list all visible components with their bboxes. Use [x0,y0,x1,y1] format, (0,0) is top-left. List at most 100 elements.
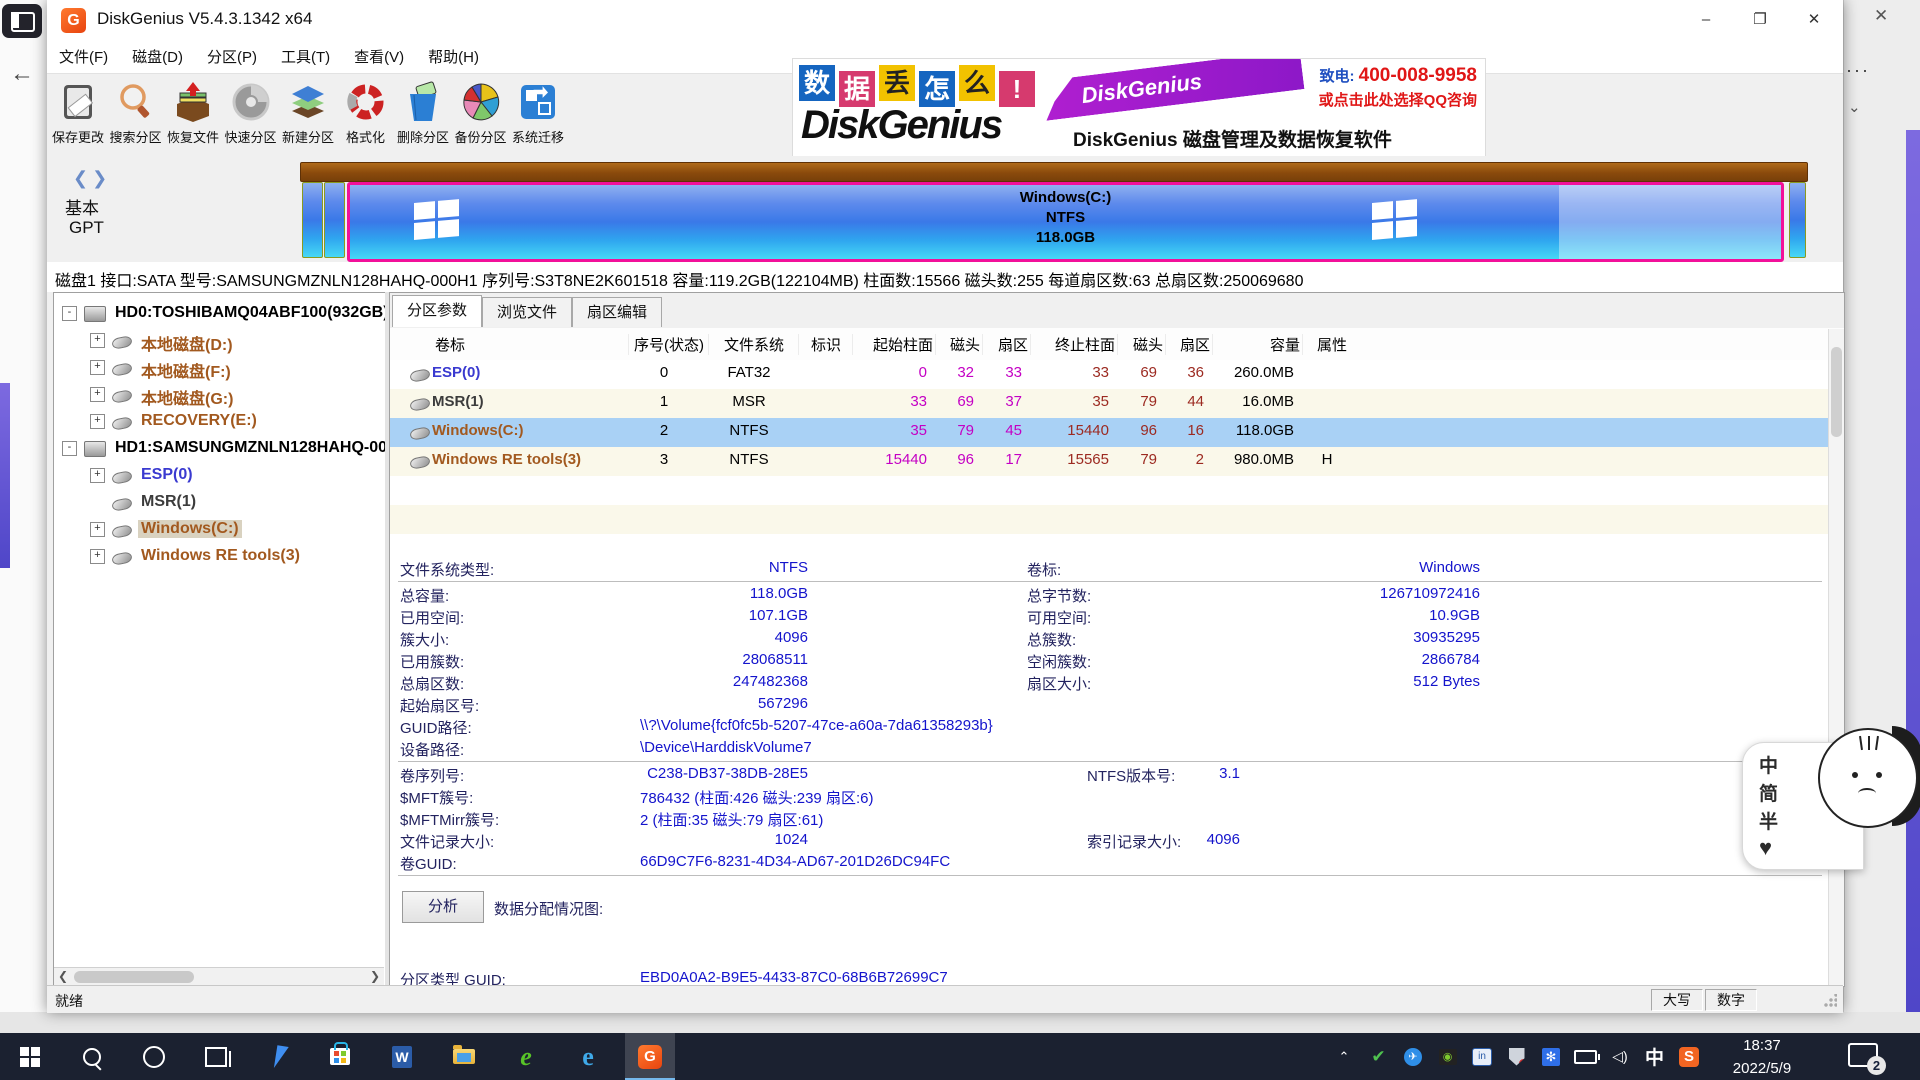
heart-icon[interactable]: ♥ [1759,835,1772,861]
taskbar-app-ie[interactable]: e [501,1033,551,1080]
ad-banner[interactable]: 数据丢怎么! DiskGenius DiskGenius 致电: 400-008… [792,58,1486,157]
scroll-right-icon[interactable]: ❯ [370,969,380,983]
partition-bar-windows-c[interactable]: Windows(C:) NTFS 118.0GB [347,182,1784,262]
tray-battery-icon[interactable] [1570,1033,1602,1080]
column-header[interactable]: 容量 [1212,334,1300,355]
column-header[interactable]: 扇区 [1165,334,1210,355]
tray-volume-icon[interactable]: ◁) [1604,1033,1636,1080]
menu-item[interactable]: 查看(V) [342,40,416,73]
ime-mode-halfwidth[interactable]: 半 [1759,807,1778,834]
expand-icon[interactable]: + [90,414,105,429]
background-app-icon[interactable] [2,4,42,38]
tree-item--d-[interactable]: +本地磁盘(D:) [54,330,384,354]
table-row-windows-re-tools-3-[interactable]: Windows RE tools(3)3NTFS1544096171556579… [390,447,1830,476]
taskbar-app-task-view[interactable] [191,1033,241,1080]
toolbar-button-2[interactable]: 搜索分区 [107,78,165,152]
toolbar-button-8[interactable]: 备份分区 [452,78,510,152]
close-button[interactable]: ✕ [1791,0,1837,40]
menu-item[interactable]: 文件(F) [47,40,120,73]
taskbar-app-search[interactable] [67,1033,117,1080]
toolbar-button-4[interactable]: 快速分区 [222,78,280,152]
expand-icon[interactable]: + [90,522,105,537]
taskbar-clock[interactable]: 18:37 2022/5/9 [1712,1033,1812,1080]
taskbar-app-word[interactable]: W [377,1033,427,1080]
scrollbar-thumb[interactable] [1831,347,1842,437]
taskbar-app-diskgenius[interactable]: G [625,1033,675,1080]
taskbar-app-start[interactable] [5,1033,55,1080]
taskbar-app-edge[interactable]: e [563,1033,613,1080]
expand-icon[interactable]: + [90,549,105,564]
partition-bar-msr[interactable] [324,182,345,258]
table-row-windows-c-[interactable]: Windows(C:)2NTFS357945154409616118.0GB [390,418,1830,447]
tray-ime-zh-icon[interactable]: 中 [1639,1033,1671,1080]
toolbar-button-9[interactable]: 系统迁移 [509,78,567,152]
column-header[interactable]: 属性 [1302,334,1358,355]
tray-nvidia-icon[interactable]: ◉ [1432,1033,1464,1080]
back-arrow-icon[interactable]: ← [10,60,34,88]
toolbar-button-1[interactable]: 保存更改 [49,78,107,152]
panel-vertical-scrollbar[interactable] [1828,329,1844,985]
doodle-face-icon[interactable] [1818,728,1918,828]
collapse-icon[interactable]: - [62,441,77,456]
tree-item-recovery-e-[interactable]: +RECOVERY(E:) [54,411,384,435]
banner-qq-link[interactable]: 或点击此处选择QQ咨询 [1319,89,1477,110]
column-header[interactable]: 磁头 [935,334,980,355]
tray-intel-icon[interactable]: in [1466,1033,1498,1080]
toolbar-button-5[interactable]: 新建分区 [279,78,337,152]
tree-item-windows-re-tools-3-[interactable]: +Windows RE tools(3) [54,546,384,570]
minimize-button[interactable]: – [1683,0,1729,40]
tray-bird-app-icon[interactable]: ✈ [1397,1033,1429,1080]
column-header[interactable]: 磁头 [1117,334,1163,355]
menu-item[interactable]: 工具(T) [269,40,342,73]
taskbar-app-store[interactable] [315,1033,365,1080]
expand-icon[interactable]: + [90,468,105,483]
tree-item--g-[interactable]: +本地磁盘(G:) [54,384,384,408]
menu-item[interactable]: 分区(P) [195,40,269,73]
tree-item-msr-1-[interactable]: MSR(1) [54,492,384,516]
tray-security-check-icon[interactable]: ✔ [1363,1033,1395,1080]
table-row-esp-0-[interactable]: ESP(0)0FAT3203233336936260.0MB [390,360,1830,389]
more-options-icon[interactable]: ··· [1846,60,1870,81]
tab-1[interactable]: 分区参数 [392,295,482,327]
tab-2[interactable]: 浏览文件 [482,297,572,327]
resize-grip[interactable] [1823,994,1837,1008]
table-row-msr-1-[interactable]: MSR(1)1MSR33693735794416.0MB [390,389,1830,418]
menu-item[interactable]: 帮助(H) [416,40,491,73]
tray-sogou-icon[interactable]: S [1673,1033,1705,1080]
tray-tray-expand-icon[interactable]: ⌃ [1328,1033,1360,1080]
chevron-down-icon[interactable]: ⌄ [1848,98,1861,116]
expand-icon[interactable]: + [90,387,105,402]
tray-snowflake-app-icon[interactable]: ✻ [1535,1033,1567,1080]
partition-bar-re-tools[interactable] [1789,182,1806,258]
tree-item--f-[interactable]: +本地磁盘(F:) [54,357,384,381]
background-close-icon[interactable]: ✕ [1874,6,1888,26]
scroll-left-icon[interactable]: ❮ [58,969,68,983]
taskbar-app-explorer[interactable] [439,1033,489,1080]
scrollbar-thumb[interactable] [74,971,194,983]
ime-mode-simplified[interactable]: 简 [1759,779,1778,806]
column-header[interactable]: 文件系统 [708,334,796,355]
maximize-button[interactable]: ❐ [1737,0,1783,40]
tree-horizontal-scrollbar[interactable]: ❮ ❯ [54,967,384,986]
expand-icon[interactable]: + [90,333,105,348]
taskbar-app-bolt-app[interactable] [253,1033,303,1080]
ime-mode-zh[interactable]: 中 [1759,751,1778,778]
menu-item[interactable]: 磁盘(D) [120,40,195,73]
tree-item-windows-c-[interactable]: +Windows(C:) [54,519,384,543]
column-header[interactable]: 起始柱面 [852,334,933,355]
toolbar-button-6[interactable]: 格式化 [337,78,395,152]
partition-bar-esp[interactable] [302,182,323,258]
ime-floating-widget[interactable]: 中 简 半 ♥ [1742,742,1920,868]
tray-defender-alert-icon[interactable] [1501,1033,1533,1080]
disk-nav-arrows[interactable]: ❮❯ [73,168,111,189]
collapse-icon[interactable]: - [62,306,77,321]
column-header[interactable]: 标识 [798,334,850,355]
tree-item-hd0-toshibamq04abf100-932gb-[interactable]: -HD0:TOSHIBAMQ04ABF100(932GB) [54,303,384,327]
taskbar-app-cortana[interactable] [129,1033,179,1080]
column-header[interactable]: 卷标 [432,334,625,355]
tree-item-hd1-samsungmznln128hahq-000[interactable]: -HD1:SAMSUNGMZNLN128HAHQ-000 [54,438,384,462]
column-header[interactable]: 终止柱面 [1030,334,1115,355]
column-header[interactable]: 扇区 [982,334,1028,355]
notification-center-icon[interactable]: 2 [1848,1041,1882,1071]
tab-3[interactable]: 扇区编辑 [572,297,662,327]
